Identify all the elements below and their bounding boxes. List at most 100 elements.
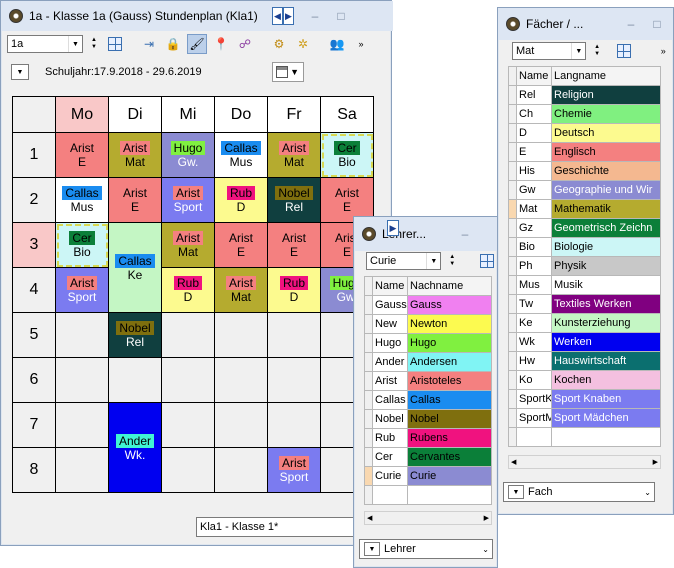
lesson-cell[interactable]: Arist Sport bbox=[161, 177, 215, 223]
col-header-nachname[interactable]: Nachname bbox=[407, 276, 492, 296]
nav-prev-icon[interactable]: ◀ bbox=[272, 7, 283, 25]
list-row[interactable]: Gz Geometrisch Zeichn bbox=[508, 218, 661, 238]
scroll-left-icon[interactable]: ◀ bbox=[511, 458, 516, 466]
list-row[interactable]: Ke Kunsterziehung bbox=[508, 313, 661, 333]
empty-cell[interactable] bbox=[267, 402, 321, 448]
empty-cell[interactable] bbox=[161, 447, 215, 493]
day-header-do[interactable]: Do bbox=[214, 96, 268, 133]
list-row[interactable]: E Englisch bbox=[508, 142, 661, 162]
lesson-cell[interactable]: Arist Sport bbox=[55, 267, 109, 313]
empty-cell[interactable] bbox=[55, 357, 109, 403]
settings-icon[interactable]: ⚙ bbox=[269, 34, 289, 54]
grid-icon[interactable] bbox=[477, 251, 497, 271]
empty-cell[interactable] bbox=[55, 447, 109, 493]
empty-cell[interactable] bbox=[214, 402, 268, 448]
list-row[interactable]: Mat Mathematik bbox=[508, 199, 661, 219]
class-spinner[interactable]: ▲ ▼ bbox=[87, 35, 101, 53]
day-header-fr[interactable]: Fr bbox=[267, 96, 321, 133]
empty-cell[interactable] bbox=[161, 402, 215, 448]
class-combo[interactable]: 1a ▼ bbox=[7, 35, 83, 53]
list-row[interactable]: Gauss Gauss bbox=[364, 295, 492, 315]
lesson-cell[interactable]: Hugo Gw. bbox=[161, 132, 215, 178]
list-row-empty[interactable] bbox=[364, 485, 492, 505]
list-row[interactable]: Cer Cervantes bbox=[364, 447, 492, 467]
lesson-cell[interactable]: Arist Mat bbox=[214, 267, 268, 313]
empty-cell[interactable] bbox=[214, 312, 268, 358]
lesson-cell[interactable]: Callas Mus bbox=[55, 177, 109, 223]
minimize-icon[interactable]: – bbox=[302, 6, 328, 26]
list-row[interactable]: His Geschichte bbox=[508, 161, 661, 181]
list-row[interactable]: Rel Religion bbox=[508, 85, 661, 105]
export-icon[interactable]: ⇥ bbox=[139, 34, 159, 54]
lesson-cell[interactable]: Arist Mat bbox=[267, 132, 321, 178]
list-row[interactable]: Rub Rubens bbox=[364, 428, 492, 448]
empty-cell[interactable] bbox=[161, 312, 215, 358]
list-row[interactable]: Bio Biologie bbox=[508, 237, 661, 257]
lesson-cell[interactable]: Rub D bbox=[267, 267, 321, 313]
brush-icon[interactable]: 🖌 bbox=[187, 34, 207, 54]
list-row[interactable]: Hw Hauswirtschaft bbox=[508, 351, 661, 371]
col-header-name[interactable]: Name bbox=[516, 66, 552, 86]
day-header-mo[interactable]: Mo bbox=[55, 96, 109, 133]
list-row[interactable]: D Deutsch bbox=[508, 123, 661, 143]
list-row[interactable]: Ch Chemie bbox=[508, 104, 661, 124]
lesson-cell[interactable]: Arist Sport bbox=[267, 447, 321, 493]
col-header-name[interactable]: Name bbox=[372, 276, 408, 296]
calendar-icon[interactable]: ▼ bbox=[271, 62, 304, 82]
lesson-cell[interactable]: Arist E bbox=[108, 177, 162, 223]
lock-icon[interactable]: 🔒 bbox=[163, 34, 183, 54]
minimize-icon[interactable]: – bbox=[618, 14, 644, 34]
empty-cell[interactable] bbox=[267, 357, 321, 403]
lesson-cell[interactable]: Arist Mat bbox=[161, 222, 215, 268]
share-icon[interactable]: ☍ bbox=[235, 34, 255, 54]
empty-cell[interactable] bbox=[267, 312, 321, 358]
teacher-combo[interactable]: Curie ▼ bbox=[366, 252, 442, 270]
list-row[interactable]: Gw Geographie und Wir bbox=[508, 180, 661, 200]
lesson-cell[interactable]: Arist Mat bbox=[108, 132, 162, 178]
day-header-sa[interactable]: Sa bbox=[320, 96, 374, 133]
list-row[interactable]: Ko Kochen bbox=[508, 370, 661, 390]
expand-toggle[interactable]: ▼ bbox=[11, 64, 29, 80]
more-icon[interactable]: » bbox=[653, 41, 673, 61]
subject-spinner[interactable]: ▲ ▼ bbox=[590, 42, 604, 60]
more-icon[interactable]: » bbox=[351, 34, 371, 54]
gear-icon[interactable]: ✲ bbox=[293, 34, 313, 54]
empty-cell[interactable] bbox=[108, 357, 162, 403]
list-row[interactable]: Arist Aristoteles bbox=[364, 371, 492, 391]
lesson-cell-double[interactable]: Ander Wk. bbox=[108, 402, 162, 493]
fach-toggle-icon[interactable]: ▼ bbox=[508, 485, 524, 499]
empty-cell[interactable] bbox=[214, 357, 268, 403]
scroll-right-icon[interactable]: ▶ bbox=[653, 458, 658, 466]
list-row[interactable]: Tw Textiles Werken bbox=[508, 294, 661, 314]
list-row[interactable]: Hugo Hugo bbox=[364, 333, 492, 353]
teacher-hscroll[interactable]: ◀ ▶ bbox=[364, 511, 492, 525]
lesson-cell-selected[interactable]: Cer Bio bbox=[320, 132, 374, 178]
fach-bottom-combo[interactable]: ▼ Fach ⌄ bbox=[503, 482, 655, 502]
lehrer-bottom-combo[interactable]: ▼ Lehrer ⌄ bbox=[359, 539, 493, 559]
empty-cell[interactable] bbox=[161, 357, 215, 403]
list-row[interactable]: Ph Physik bbox=[508, 256, 661, 276]
list-row[interactable]: New Newton bbox=[364, 314, 492, 334]
subject-combo[interactable]: Mat ▼ bbox=[512, 42, 587, 60]
list-row[interactable]: SportK Sport Knaben bbox=[508, 389, 661, 409]
lesson-cell[interactable]: Arist E bbox=[214, 222, 268, 268]
list-row[interactable]: Nobel Nobel bbox=[364, 409, 492, 429]
day-header-di[interactable]: Di bbox=[108, 96, 162, 133]
lesson-cell[interactable]: Callas Mus bbox=[214, 132, 268, 178]
list-row[interactable]: SportM Sport Mädchen bbox=[508, 408, 661, 428]
grid-icon[interactable] bbox=[614, 41, 634, 61]
lesson-cell[interactable]: Arist E bbox=[55, 132, 109, 178]
scroll-left-icon[interactable]: ◀ bbox=[367, 514, 372, 522]
empty-cell[interactable] bbox=[55, 402, 109, 448]
list-row[interactable]: Ander Andersen bbox=[364, 352, 492, 372]
subject-hscroll[interactable]: ◀ ▶ bbox=[508, 455, 661, 469]
col-header-langname[interactable]: Langname bbox=[551, 66, 661, 86]
list-row[interactable]: Mus Musik bbox=[508, 275, 661, 295]
grid-icon[interactable] bbox=[105, 34, 125, 54]
lesson-cell-double[interactable]: Callas Ke bbox=[108, 222, 162, 313]
lesson-cell[interactable]: Rub D bbox=[161, 267, 215, 313]
users-icon[interactable]: 👥 bbox=[327, 34, 347, 54]
scroll-right-icon[interactable]: ▶ bbox=[484, 514, 489, 522]
minimize-icon[interactable]: – bbox=[452, 224, 478, 244]
nav-next-icon[interactable]: ▶ bbox=[387, 220, 399, 236]
